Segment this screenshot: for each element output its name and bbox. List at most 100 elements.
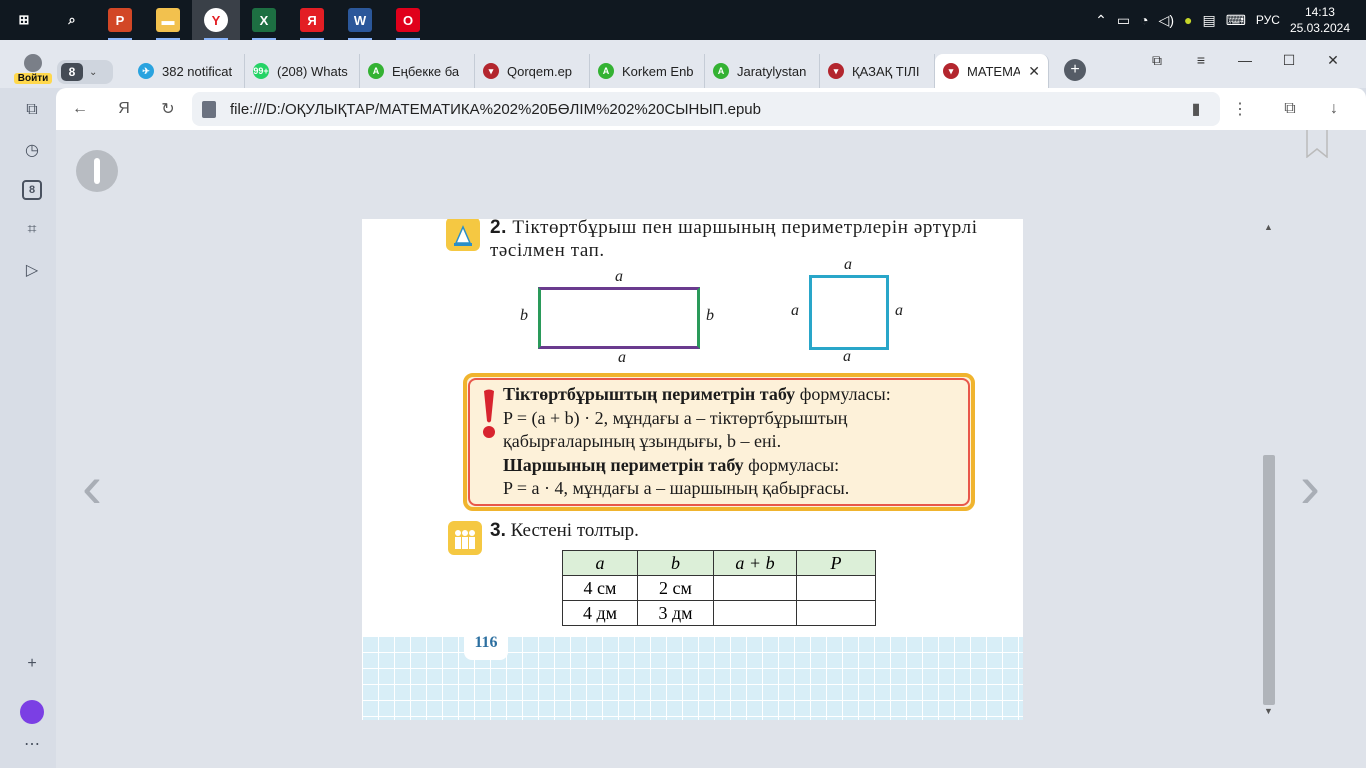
taskbar-yandex-icon[interactable]: Я <box>288 0 336 40</box>
tab-title: МАТЕМА <box>967 63 1021 79</box>
square-top-label: a <box>844 256 852 273</box>
pause-button[interactable] <box>76 150 118 192</box>
more-menu-icon[interactable]: ⋮ <box>1228 97 1252 121</box>
group-task-icon <box>448 521 482 555</box>
tab-1[interactable]: 99+ (208) Whats <box>245 54 360 88</box>
scroll-down-icon[interactable]: ▼ <box>1264 706 1273 716</box>
taskbar-file-explorer-icon[interactable]: ▬ <box>144 0 192 40</box>
task-3-text: Кестені толтыр. <box>510 520 639 541</box>
tab-2[interactable]: A Еңбекке ба <box>360 54 475 88</box>
rect-bottom-label: a <box>618 349 626 366</box>
tab-6[interactable]: ▾ ҚАЗАҚ ТІЛІ <box>820 54 935 88</box>
taskbar-search-icon[interactable]: ⌕ <box>48 0 96 40</box>
play-icon[interactable]: ▷ <box>20 258 44 282</box>
wifi-icon[interactable]: ◔ <box>1140 12 1148 28</box>
battery-icon[interactable]: ▭ <box>1117 12 1130 29</box>
file-icon <box>202 100 216 118</box>
tab-0[interactable]: ✈ 382 notificat <box>130 54 245 88</box>
square-figure <box>809 275 889 350</box>
taskbar-opera-icon[interactable]: O <box>384 0 432 40</box>
tab-strip: Войти 8 ⌄ ✈ 382 notificat 99+ (208) Whats A Е… <box>0 40 1366 88</box>
tab-favicon-icon: ✈ <box>138 63 154 79</box>
tab-5[interactable]: A Jaratylystan <box>705 54 820 88</box>
collections-icon[interactable]: ⧉ <box>1142 48 1172 72</box>
table-cell: 2 см <box>637 575 714 601</box>
chevron-down-icon: ⌄ <box>89 66 98 78</box>
rect-right-label: b <box>706 307 714 324</box>
bookmark-flag-icon[interactable] <box>1306 130 1328 158</box>
volume-icon[interactable]: ◁) <box>1159 12 1174 29</box>
taskbar-powerpoint-icon[interactable]: P <box>96 0 144 40</box>
clock[interactable]: 14:13 25.03.2024 <box>1290 4 1350 36</box>
taskbar-word-icon[interactable]: W <box>336 0 384 40</box>
tab-4[interactable]: A Korkem Enb <box>590 54 705 88</box>
taskbar-start-button-icon[interactable]: ⊞ <box>0 0 48 40</box>
table-cell <box>713 575 797 601</box>
menu-icon[interactable]: ≡ <box>1186 48 1216 72</box>
screenshot-icon[interactable]: ⌗ <box>20 218 44 242</box>
rule-4: P = a · 4, мұндағы a – шаршының қабырғас… <box>503 478 850 498</box>
yandex-icon[interactable]: Я <box>112 97 136 121</box>
square-bottom-label: a <box>843 348 851 365</box>
book-page: 2. Тіктөртбұрыш пен шаршының периметрлер… <box>362 219 1023 720</box>
task-icon <box>446 219 480 251</box>
language-indicator[interactable]: РУС <box>1256 13 1280 27</box>
login-button[interactable]: Войти <box>14 54 52 86</box>
taskbar-yandex-browser-icon[interactable]: Y <box>192 0 240 40</box>
pause-icon <box>94 158 100 184</box>
tab-title: Еңбекке ба <box>392 63 460 79</box>
back-icon[interactable]: ← <box>68 97 92 121</box>
sidebar-tab-count[interactable]: 8 <box>20 178 44 202</box>
table-header: P <box>796 550 876 576</box>
bookmark-icon[interactable]: ▮ <box>1184 97 1208 121</box>
add-icon[interactable]: + <box>20 652 44 676</box>
chat-icon[interactable]: ▤ <box>1202 12 1215 29</box>
scrollbar-thumb[interactable] <box>1263 455 1275 705</box>
tab-count-button[interactable]: 8 ⌄ <box>57 60 113 84</box>
square-right-label: a <box>895 302 903 319</box>
taskbar-excel-icon[interactable]: X <box>240 0 288 40</box>
reader-icon[interactable]: ⧉ <box>1278 97 1302 121</box>
address-bar[interactable]: file:///D:/ОҚУЛЫҚТАР/МАТЕМАТИКА%202%20БӨ… <box>192 92 1220 126</box>
tab-7[interactable]: ▾ МАТЕМА ✕ <box>935 54 1049 88</box>
tab-count-icon: 8 <box>22 180 42 200</box>
chevron-up-icon[interactable]: ⌃ <box>1095 12 1107 29</box>
reload-icon[interactable]: ↻ <box>156 97 180 121</box>
system-tray: ⌃ ▭ ◔ ◁) ● ▤ ⌨ РУС 14:13 25.03.2024 <box>1095 4 1366 36</box>
keyboard-icon[interactable]: ⌨ <box>1226 12 1246 29</box>
tab-title: (208) Whats <box>277 63 348 79</box>
plus-circle-icon[interactable]: ● <box>1184 12 1192 28</box>
next-page-icon[interactable]: › <box>1300 452 1320 521</box>
close-window-button[interactable]: ✕ <box>1318 48 1348 72</box>
task-2-number: 2. <box>490 219 508 238</box>
tab-3[interactable]: ▾ Qorqem.ep <box>475 54 590 88</box>
task-2-text: Тіктөртбұрыш пен шаршының периметрлерін … <box>490 219 978 261</box>
close-tab-icon[interactable]: ✕ <box>1028 63 1040 80</box>
table-cell <box>713 600 797 626</box>
prev-page-icon[interactable]: ‹ <box>82 452 102 521</box>
table-cell <box>796 600 876 626</box>
page-footer-grid <box>362 636 1023 720</box>
new-tab-button[interactable]: + <box>1064 59 1086 81</box>
tab-favicon-icon: ▾ <box>828 63 844 79</box>
square-left-label: a <box>791 302 799 319</box>
maximize-button[interactable]: ☐ <box>1274 48 1304 72</box>
tab-title: Jaratylystan <box>737 63 807 79</box>
table-header: b <box>637 550 714 576</box>
address-text: file:///D:/ОҚУЛЫҚТАР/МАТЕМАТИКА%202%20БӨ… <box>230 100 761 118</box>
minimize-button[interactable]: — <box>1230 48 1260 72</box>
clock-date: 25.03.2024 <box>1289 21 1350 35</box>
download-icon[interactable]: ↓ <box>1322 97 1346 121</box>
browser-toolbar: ← Я ↻ file:///D:/ОҚУЛЫҚТАР/МАТЕМАТИКА%20… <box>56 88 1366 130</box>
task-2: 2. Тіктөртбұрыш пен шаршының периметрлер… <box>490 219 1023 262</box>
table-cell: 3 дм <box>637 600 714 626</box>
task-3-number: 3. <box>490 520 506 541</box>
tab-count: 8 <box>61 63 83 81</box>
more-icon[interactable]: ⋯ <box>20 732 44 756</box>
history-icon[interactable]: ◷ <box>20 138 44 162</box>
tabs-panel-icon[interactable]: ⧉ <box>20 98 44 122</box>
alice-assistant-icon[interactable] <box>20 700 44 724</box>
scroll-up-icon[interactable]: ▲ <box>1264 222 1273 232</box>
browser-window: Войти 8 ⌄ ✈ 382 notificat 99+ (208) Whats A Е… <box>0 40 1366 768</box>
exclamation-icon <box>483 389 495 438</box>
